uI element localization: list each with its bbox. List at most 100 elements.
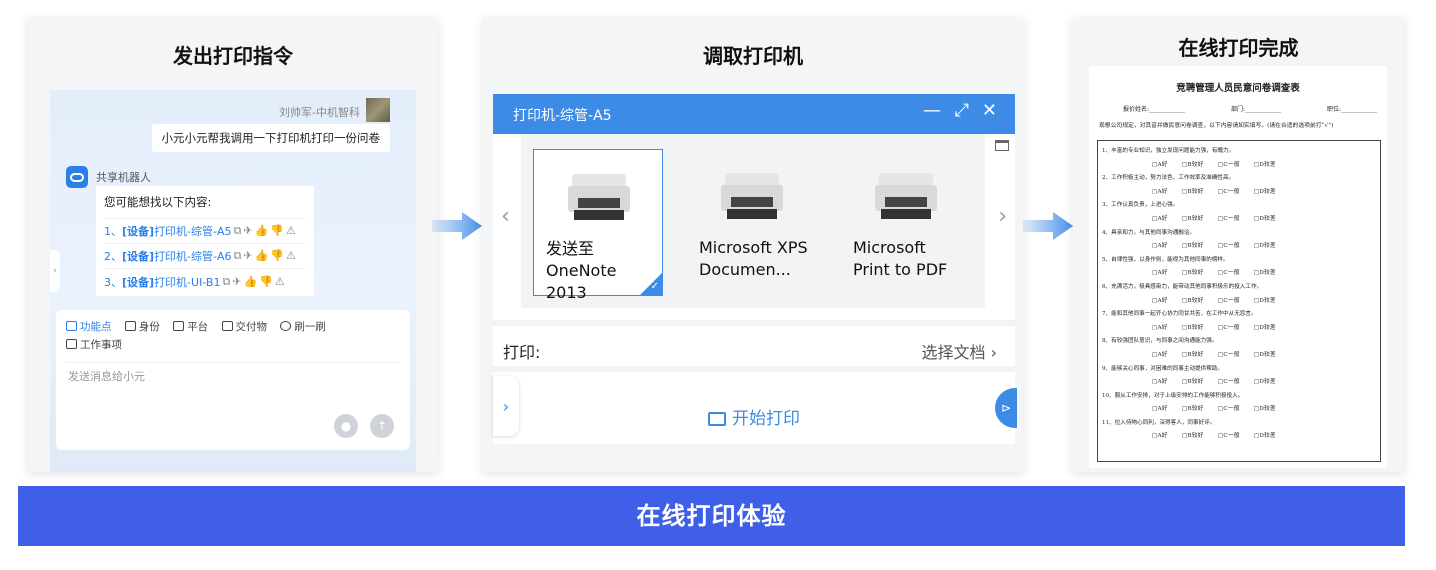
printer-dialog-body: 发送至 OneNote 2013 ✓ Microsoft XPS Documen… [493,134,1015,444]
printer-name: Microsoft Print to PDF [853,238,948,279]
tool-work-items[interactable]: 工作事项 [66,336,122,354]
bot-name: 共享机器人 [96,171,151,184]
question-item: 1、丰富的专业知识，独立发现问题能力强，有魄力。 [1102,148,1235,154]
chat-user-name: 刘帅军-中机智科 [279,106,360,119]
step2-panel: 调取打印机 打印机-综管-A5 — ⤢ ✕ 发送至 OneNote 2013 ✓ [483,18,1023,472]
printer-dialog-titlebar: 打印机-综管-A5 — ⤢ ✕ [493,94,1015,134]
step1-title: 发出打印指令 [173,44,293,68]
question-options: □A好 □B较好 □C一般 □D较差 [1152,243,1276,250]
choose-document-link[interactable]: 选择文档 › [922,339,998,363]
question-item: 11、拉入待物心同利，深得客人，同事好评。 [1102,419,1216,426]
printer-card-pdf[interactable]: Microsoft Print to PDF [841,149,971,296]
bot-question: 您可能想找以下内容: [104,194,306,219]
step3-panel: 在线打印完成 竞聘管理人员民意问卷调查表 报价姓名:____________ 部… [1073,18,1404,472]
printer-icon [721,173,783,219]
question-item: 8、有较强团队意识，与同事之间沟通能力强。 [1102,338,1218,345]
tool-deliverable[interactable]: 交付物 [221,318,267,336]
result-item[interactable]: 2、 [设备] 打印机-综管-A6 ⧉✈👍👎⚠ [104,244,306,269]
printer-name: Microsoft XPS Documen... [699,238,808,279]
question-options: □A好 □B较好 □C一般 □D较差 [1152,379,1276,386]
close-icon[interactable]: ✕ [982,100,997,121]
start-print-button[interactable]: 开始打印 [493,394,1015,444]
result-index: 2、 [104,250,122,263]
composer-toolbar: 功能点 身份 平台 交付物 刷一刷 工作事项 [66,318,400,354]
question-list: 1、丰富的专业知识，独立发现问题能力强，有魄力。 □A好 □B较好 □C一般 □D… [1102,145,1376,444]
message-input[interactable]: 发送消息给小元 [68,368,145,384]
question-item: 4、具亲和力，与其他同事沟通融洽。 [1102,229,1196,236]
result-item[interactable]: 1、 [设备] 打印机-综管-A5 ⧉✈👍👎⚠ [104,219,306,244]
bot-reply-card: 您可能想找以下内容: 1、 [设备] 打印机-综管-A5 ⧉✈👍👎⚠ 2、 [设… [96,186,314,296]
printer-icon [568,174,630,220]
feedback-icons[interactable]: ⧉✈👍👎⚠ [222,275,286,289]
tool-refresh[interactable]: 刷一刷 [280,318,326,336]
footer-banner: 在线打印体验 [18,486,1405,546]
print-label: 打印: [503,343,541,362]
flow-arrow-icon [1023,212,1073,240]
step2-title: 调取打印机 [703,44,803,68]
platform-icon [173,321,185,331]
printer-small-icon [708,412,726,426]
field-name: 报价姓名:____________ [1123,106,1186,113]
divider [66,362,400,363]
question-options: □A好 □B较好 □C一般 □D较差 [1152,270,1276,277]
tool-identity[interactable]: 身份 [124,318,160,336]
minimize-icon[interactable]: — [923,100,941,121]
question-item: 5、自律性强，以身作则，能视为其他同事的榜样。 [1102,256,1229,263]
feedback-icons[interactable]: ⧉✈👍👎⚠ [234,224,298,238]
expand-left-tab[interactable]: › [493,376,519,436]
document-intro: 现根公司规定，对其昔并做民意问卷调查，以下内容请如实填写。(请在合适的选项前打“… [1099,123,1334,129]
tool-feature-point[interactable]: 功能点 [66,318,112,336]
bot-icon [66,166,88,188]
layers-icon [221,321,233,331]
tool-platform[interactable]: 平台 [173,318,208,336]
result-index: 1、 [104,225,122,238]
result-label[interactable]: 打印机-UI-B1 [154,274,220,290]
send-icon[interactable]: ↑ [370,414,394,438]
result-tag: [设备] [122,250,155,263]
field-dept: 部门:____________ [1230,106,1282,113]
selected-check-icon: ✓ [640,273,662,295]
printer-dialog-title: 打印机-综管-A5 [513,108,612,124]
user-message: 小元小元帮我调用一下打印机打印一份问卷 [151,124,390,152]
window-mode-icon[interactable] [995,140,1009,151]
printer-list: 发送至 OneNote 2013 ✓ Microsoft XPS Documen… [521,134,985,308]
question-box: 1、丰富的专业知识，独立发现问题能力强，有魄力。 □A好 □B较好 □C一般 □D… [1097,140,1381,462]
question-item: 10、服从工作安排，对于上级安排的工作能够积极投入。 [1102,392,1244,399]
question-item: 9、能够关心同事，对困难的同事主动提供帮助。 [1102,365,1224,372]
printer-card-onenote[interactable]: 发送至 OneNote 2013 ✓ [533,149,663,302]
question-item: 7、能和其他同事一起齐心协力同甘共苦，在工作中从无怨言。 [1102,311,1257,318]
result-item[interactable]: 3、 [设备] 打印机-UI-B1 ⧉✈👍👎⚠ [104,269,306,294]
result-tag: [设备] [122,225,155,238]
field-position: 职位:____________ [1326,106,1377,113]
question-options: □A好 □B较好 □C一般 □D较差 [1152,215,1276,222]
step1-panel: 发出打印指令 刘帅军-中机智科 小元小元帮我调用一下打印机打印一份问卷 共享机器… [28,18,438,472]
refresh-icon [280,321,292,331]
question-item: 6、充满活力，极具感染力，能带动其他同事积极乐的投入工作。 [1102,283,1263,290]
microphone-icon[interactable]: ● [334,414,358,438]
question-options: □A好 □B较好 □C一般 □D较差 [1152,433,1276,440]
result-index: 3、 [104,275,122,289]
question-options: □A好 □B较好 □C一般 □D较差 [1152,161,1276,168]
question-options: □A好 □B较好 □C一般 □D较差 [1152,406,1276,413]
expand-sidebar-tab[interactable]: › [50,250,60,292]
list-icon [66,339,77,349]
result-tag: [设备] [122,275,155,289]
question-options: □A好 □B较好 □C一般 □D较差 [1152,351,1276,358]
result-label[interactable]: 打印机-综管-A6 [154,248,231,264]
question-item: 3、工作认真负责，上进心强。 [1102,202,1179,209]
result-label[interactable]: 打印机-综管-A5 [154,223,231,239]
question-item: 2、工作积极主动，努力法色，工作效率及准确性高。 [1102,175,1235,182]
feedback-icons[interactable]: ⧉✈👍👎⚠ [234,249,298,263]
maximize-icon[interactable]: ⤢ [955,100,969,121]
document-title: 竞聘管理人员民意问卷调查表 [1176,83,1300,94]
grid-icon [66,321,77,331]
user-avatar [366,98,390,122]
step3-title: 在线打印完成 [1178,36,1299,60]
chevron-right-icon[interactable]: › [998,204,1007,229]
id-card-icon [124,321,136,331]
printer-icon [875,173,937,219]
chevron-left-icon[interactable]: ‹ [501,204,510,229]
printer-card-xps[interactable]: Microsoft XPS Documen... [687,149,817,296]
print-row[interactable]: 打印: 选择文档 › [493,320,1015,372]
chat-window: 刘帅军-中机智科 小元小元帮我调用一下打印机打印一份问卷 共享机器人 您可能想找… [50,90,416,472]
